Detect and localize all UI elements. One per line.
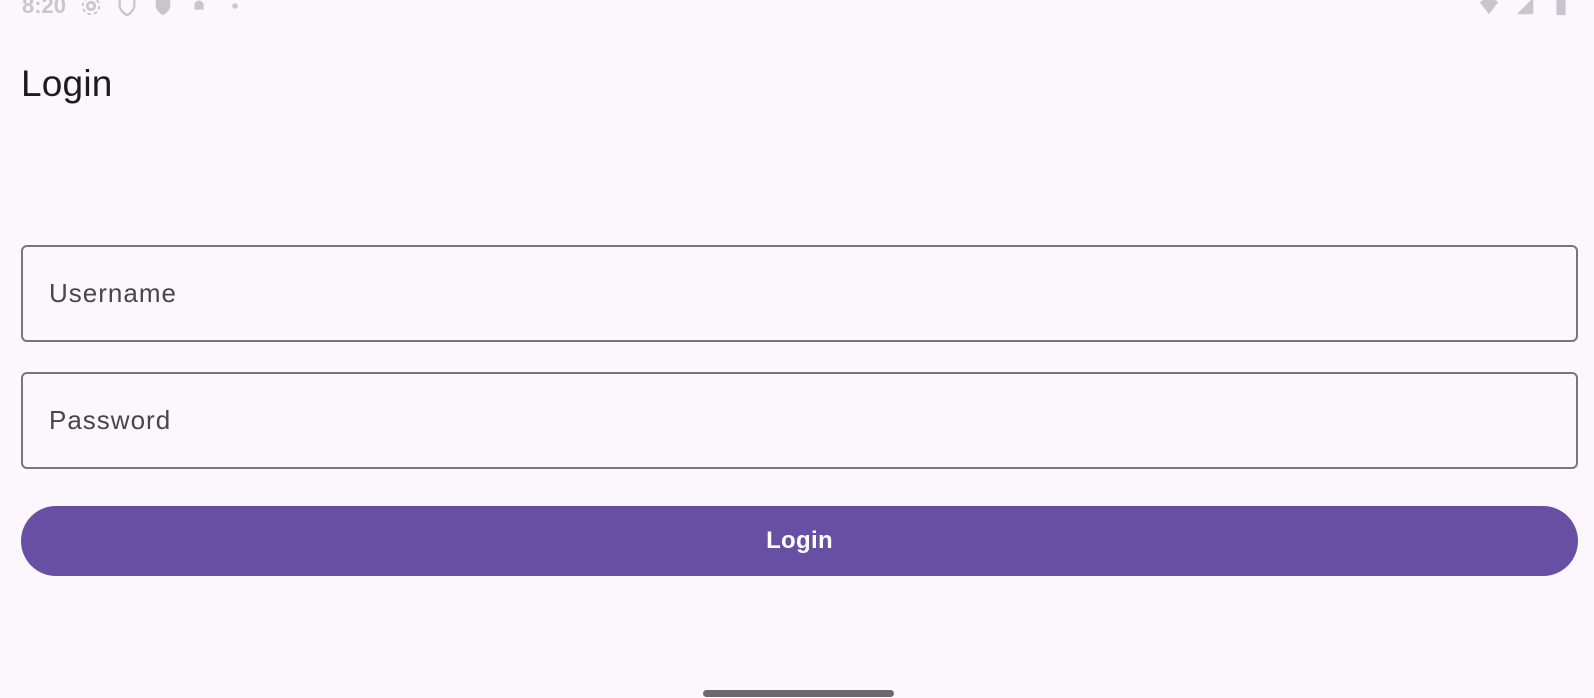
shield-filled-icon [152, 0, 174, 17]
wifi-icon [1478, 0, 1500, 17]
login-form: Username Password Login [21, 245, 1578, 576]
battery-icon [1550, 0, 1572, 17]
password-field[interactable]: Password [21, 372, 1578, 469]
notification-icon [188, 0, 210, 17]
status-bar: 8:20 [0, 0, 1594, 20]
dot-icon [224, 0, 246, 17]
login-button[interactable]: Login [21, 506, 1578, 576]
login-screen: 8:20 Login Username Password Login [0, 0, 1594, 698]
password-input[interactable] [23, 374, 1576, 467]
shield-icon [116, 0, 138, 17]
page-title: Login [21, 63, 113, 104]
status-bar-left: 8:20 [22, 0, 246, 19]
signal-icon [1514, 0, 1536, 17]
top-app-bar: Login [21, 56, 113, 112]
status-bar-right [1478, 0, 1572, 17]
username-field[interactable]: Username [21, 245, 1578, 342]
status-time: 8:20 [22, 0, 67, 18]
settings-icon [80, 0, 102, 17]
username-input[interactable] [23, 247, 1576, 340]
gesture-navigation-handle[interactable] [703, 690, 894, 697]
